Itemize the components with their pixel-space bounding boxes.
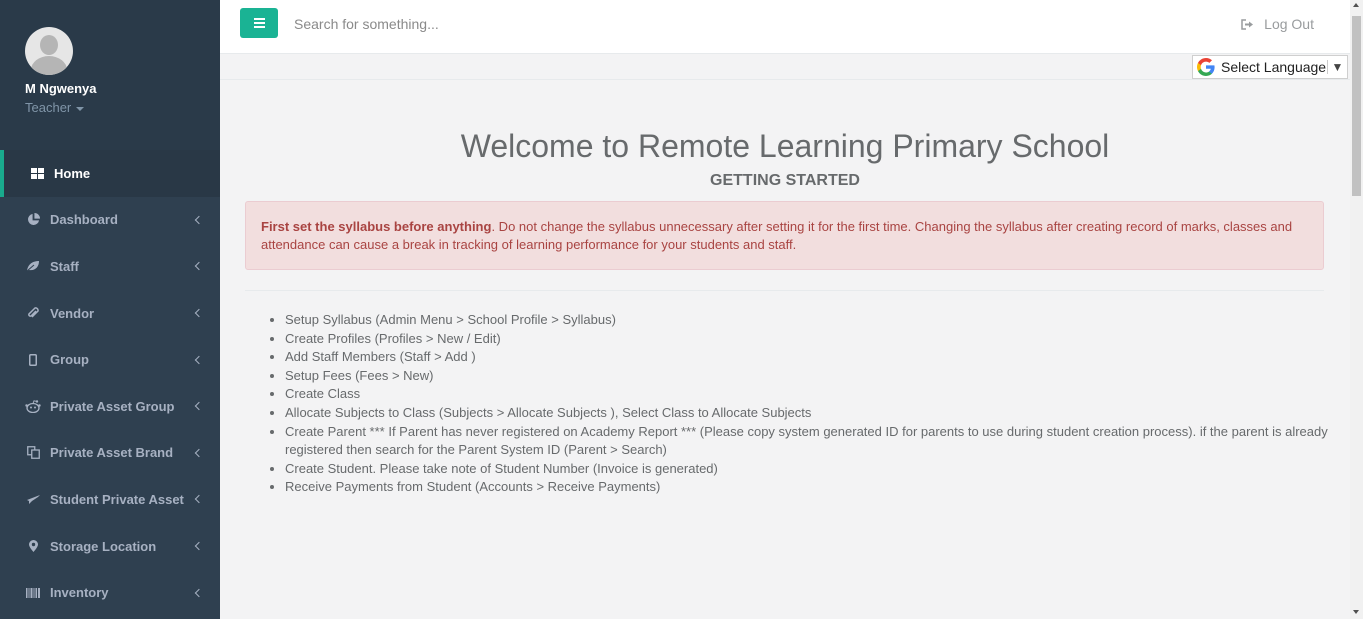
sidebar-item-student-private-asset[interactable]: Student Private Asset [0,476,220,523]
sidebar-nav: Home Dashboard Staff Vendor Group Privat… [0,150,220,616]
barcode-icon [25,587,41,598]
sign-out-icon [1241,18,1254,30]
search-input[interactable] [294,12,794,36]
sidebar-item-label: Private Asset Brand [50,445,174,461]
user-role-dropdown[interactable]: Teacher [25,100,85,115]
chevron-left-icon [194,588,204,597]
list-item: Create Student. Please take note of Stud… [285,460,1330,479]
sidebar-item-label: Student Private Asset [50,491,184,507]
sidebar-item-staff[interactable]: Staff [0,243,220,290]
grid-icon [29,167,45,179]
chevron-left-icon [194,262,204,271]
sidebar-item-private-asset-brand[interactable]: Private Asset Brand [0,430,220,477]
syllabus-warning-alert: First set the syllabus before anything. … [245,201,1324,270]
google-logo-icon [1197,58,1217,76]
chevron-left-icon [194,448,204,458]
sidebar-item-label: Storage Location [50,538,157,554]
sidebar-item-home[interactable]: Home [0,150,220,197]
alert-bold-text: First set the syllabus before anything [261,219,492,234]
page-subtitle: GETTING STARTED [710,172,860,189]
sidebar-item-dashboard[interactable]: Dashboard [0,197,220,244]
list-item: Add Staff Members (Staff > Add ) [285,348,1330,367]
map-marker-icon [25,540,41,553]
menu-toggle-button[interactable] [240,8,278,38]
sidebar-item-inventory[interactable]: Inventory [0,569,220,616]
main-content: Welcome to Remote Learning Primary Schoo… [220,80,1350,619]
sidebar-item-vendor[interactable]: Vendor [0,290,220,337]
plane-icon [25,493,41,505]
chevron-left-icon [194,215,204,225]
sidebar-item-label: Inventory [50,585,109,601]
scroll-up-arrow-icon[interactable] [1353,3,1359,7]
list-item: Create Profiles (Profiles > New / Edit) [285,330,1330,349]
sidebar-item-group[interactable]: Group [0,336,220,383]
logout-link[interactable]: Log Out [1241,16,1314,32]
sidebar-item-label: Private Asset Group [50,398,175,414]
scroll-thumb[interactable] [1352,16,1361,196]
sidebar-item-label: Vendor [50,305,95,321]
sidebar-item-label: Home [54,165,91,181]
list-item: Allocate Subjects to Class (Subjects > A… [285,404,1330,423]
sidebar-item-label: Group [50,352,89,368]
chevron-left-icon [194,495,204,504]
list-item: Create Parent *** If Parent has never re… [285,423,1330,460]
top-navbar: Log Out [220,0,1350,54]
sidebar-item-private-asset-group[interactable]: Private Asset Group [0,383,220,430]
leaf-icon [25,260,41,272]
list-item: Receive Payments from Student (Accounts … [285,478,1330,497]
page-title: Welcome to Remote Learning Primary Schoo… [460,128,1110,164]
page-scrollbar[interactable] [1350,0,1363,619]
sidebar: M Ngwenya Teacher Home Dashboard Staff V… [0,0,220,619]
caret-down-icon [76,106,85,111]
divider [245,290,1324,291]
language-select[interactable]: Select Language ▼ [1192,55,1348,79]
chevron-left-icon [194,355,204,364]
phone-icon [25,353,41,366]
logout-label: Log Out [1264,16,1314,32]
scroll-down-arrow-icon[interactable] [1353,610,1359,614]
language-bar: Select Language ▼ [220,54,1350,80]
copy-icon [25,446,41,460]
language-select-label: Select Language [1221,59,1327,75]
list-item: Setup Fees (Fees > New) [285,367,1330,386]
pie-chart-icon [25,213,41,226]
sidebar-item-label: Dashboard [50,212,118,228]
avatar[interactable] [25,27,73,75]
chevron-left-icon [194,402,204,411]
list-item: Create Class [285,385,1330,404]
sidebar-item-storage-location[interactable]: Storage Location [0,523,220,570]
list-item: Setup Syllabus (Admin Menu > School Prof… [285,311,1330,330]
user-role-label: Teacher [25,100,72,115]
paperclip-icon [25,306,41,320]
profile-panel: M Ngwenya Teacher [0,0,220,150]
chevron-left-icon [194,541,204,551]
chevron-left-icon [194,308,204,318]
reddit-icon [25,399,41,413]
getting-started-steps: Setup Syllabus (Admin Menu > School Prof… [285,311,1330,497]
user-name: M Ngwenya [25,81,97,96]
sidebar-item-label: Staff [50,258,79,274]
dropdown-arrow-icon: ▼ [1327,60,1347,74]
